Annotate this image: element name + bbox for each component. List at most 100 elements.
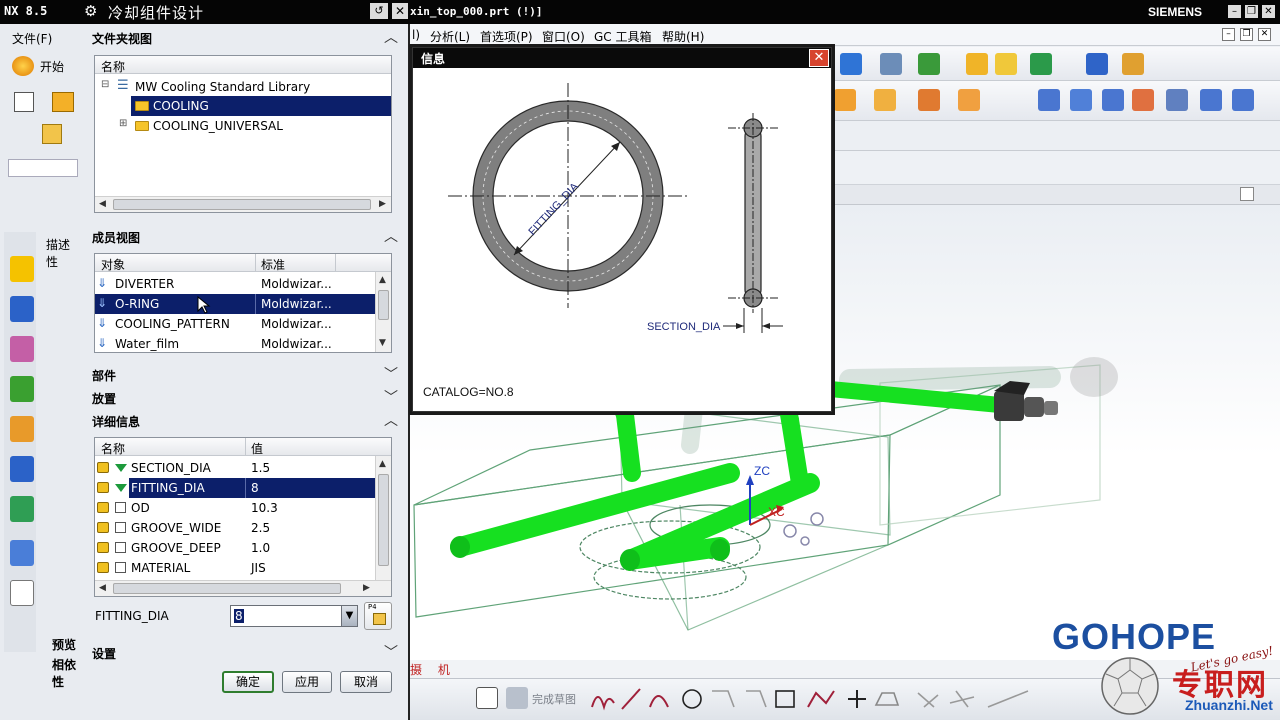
doc-minimize-button[interactable]: –: [1222, 28, 1235, 41]
apply-button[interactable]: 应用: [282, 671, 332, 693]
start-icon[interactable]: [12, 56, 34, 76]
new-file-icon[interactable]: [14, 92, 34, 112]
info-close-button[interactable]: ✕: [809, 49, 829, 67]
collapse-icon[interactable]: ⊟: [101, 79, 109, 90]
member-row-cooling-pattern[interactable]: ⇓ COOLING_PATTERN Moldwizar...: [95, 314, 375, 334]
snap-icon[interactable]: [918, 53, 940, 75]
roles-icon[interactable]: [10, 580, 34, 606]
chevron-down-icon[interactable]: ﹀: [384, 364, 398, 384]
menu-start[interactable]: 开始: [40, 58, 64, 75]
member-row-diverter[interactable]: ⇓ DIVERTER Moldwizar...: [95, 274, 375, 294]
assembly-navigator-icon[interactable]: [10, 256, 34, 282]
command-finder-field[interactable]: [8, 159, 78, 177]
mold-tool-icon-1[interactable]: [834, 89, 856, 111]
constraint-navigator-icon[interactable]: [10, 296, 34, 322]
desc-tab[interactable]: 描述性: [46, 236, 80, 269]
surface-icon-5[interactable]: [1166, 89, 1188, 111]
reset-icon[interactable]: ↺: [370, 3, 388, 19]
mold-tool-icon-4[interactable]: [958, 89, 980, 111]
grid-icon[interactable]: [1086, 53, 1108, 75]
move-icon[interactable]: [995, 53, 1017, 75]
menu-analysis[interactable]: 分析(L): [430, 28, 470, 45]
member-view-header[interactable]: 成员视图 ︿: [88, 225, 402, 247]
part-preview-icon[interactable]: P4: [364, 602, 392, 630]
menu-file[interactable]: 文件(F): [12, 30, 52, 47]
details-header[interactable]: 详细信息 ︿: [88, 409, 402, 431]
info-title: 信息: [421, 52, 446, 66]
view-icon[interactable]: [1030, 53, 1052, 75]
chevron-up-icon[interactable]: ︿: [384, 27, 398, 47]
resource-bar: [4, 232, 36, 652]
surface-icon-6[interactable]: [1200, 89, 1222, 111]
menu-gc-toolbox[interactable]: GC 工具箱: [594, 28, 652, 45]
select-filter-icon[interactable]: [840, 53, 862, 75]
dialog-close-button[interactable]: ✕: [392, 3, 408, 19]
detail-row-section-dia[interactable]: SECTION_DIA 1.5: [95, 458, 375, 478]
mold-tool-icon-2[interactable]: [874, 89, 896, 111]
doc-restore-button[interactable]: ❐: [1240, 28, 1253, 41]
menu-window[interactable]: 窗口(O): [542, 28, 585, 45]
finish-sketch-icon[interactable]: [506, 687, 528, 709]
open-file-icon[interactable]: [52, 92, 74, 112]
param-value-field[interactable]: 8 ▼: [230, 605, 358, 627]
gear-icon: ⚙: [84, 2, 98, 20]
reuse-library-icon[interactable]: [10, 376, 34, 402]
member-row-o-ring[interactable]: ⇓ O-RING Moldwizar...: [95, 294, 375, 314]
web-browser-icon[interactable]: [10, 416, 34, 442]
quick-extend-icon: [949, 690, 975, 708]
member-row-water-film[interactable]: ⇓ Water_film Moldwizar...: [95, 334, 375, 352]
tree-node-library[interactable]: ⊟ ☰ MW Cooling Standard Library: [95, 77, 391, 97]
measure-icon[interactable]: [1122, 53, 1144, 75]
tree-node-cooling[interactable]: COOLING: [131, 96, 391, 116]
history-icon[interactable]: [10, 496, 34, 522]
menu-preferences[interactable]: 首选项(P): [480, 28, 533, 45]
surface-icon-1[interactable]: [1038, 89, 1060, 111]
chevron-up-icon[interactable]: ︿: [384, 410, 398, 430]
restore-button[interactable]: ❐: [1245, 5, 1258, 18]
surface-icon-7[interactable]: [1232, 89, 1254, 111]
tree-node-cooling-universal[interactable]: ⊞ COOLING_UNIVERSAL: [95, 116, 391, 136]
clock-icon[interactable]: [10, 540, 34, 566]
mold-tool-icon-3[interactable]: [918, 89, 940, 111]
detail-row-groove-wide[interactable]: GROOVE_WIDE 2.5: [95, 518, 375, 538]
detail-row-fitting-dia[interactable]: FITTING_DIA 8: [95, 478, 375, 498]
placement-header[interactable]: 放置 ﹀: [88, 386, 402, 408]
folder-hscroll[interactable]: ◀ ▶: [95, 196, 391, 212]
sketch-icon[interactable]: [476, 687, 498, 709]
close-window-button[interactable]: ✕: [1262, 5, 1275, 18]
surface-icon-4[interactable]: [1132, 89, 1154, 111]
folder-view-header[interactable]: 文件夹视图 ︿: [88, 26, 402, 48]
details-vscroll[interactable]: ▲: [375, 456, 391, 580]
chevron-down-icon[interactable]: ﹀: [384, 387, 398, 407]
expand-icon[interactable]: ⊞: [119, 118, 127, 129]
detail-row-material[interactable]: MATERIAL JIS: [95, 558, 375, 578]
folder-tree: 名称 ⊟ ☰ MW Cooling Standard Library COOLI…: [94, 55, 392, 213]
axis-zc-label: ZC: [754, 464, 770, 478]
part-navigator-icon[interactable]: [10, 336, 34, 362]
details-hscroll[interactable]: ◀ ▶: [95, 580, 391, 596]
surface-icon-3[interactable]: [1102, 89, 1124, 111]
ok-button[interactable]: 确定: [222, 671, 274, 693]
save-icon[interactable]: [42, 124, 62, 144]
menu-help[interactable]: 帮助(H): [662, 28, 704, 45]
param-value-text[interactable]: 8: [234, 609, 244, 623]
dropdown-arrow-icon[interactable]: ▼: [341, 606, 357, 626]
detail-row-groove-deep[interactable]: GROOVE_DEEP 1.0: [95, 538, 375, 558]
doc-close-button[interactable]: ✕: [1258, 28, 1271, 41]
cancel-button[interactable]: 取消: [340, 671, 392, 693]
member-vscroll[interactable]: ▲ ▼: [375, 272, 391, 352]
wcs-icon[interactable]: [966, 53, 988, 75]
surface-icon-2[interactable]: [1070, 89, 1092, 111]
layer-icon[interactable]: [880, 53, 902, 75]
info-icon[interactable]: [10, 456, 34, 482]
details-list: 名称 值 SECTION_DIA 1.5 FITTING_DIA 8 OD 10…: [94, 437, 392, 597]
view-maximize-button[interactable]: [1240, 187, 1254, 201]
detail-row-od[interactable]: OD 10.3: [95, 498, 375, 518]
minimize-button[interactable]: –: [1228, 5, 1241, 18]
finish-sketch-label[interactable]: 完成草图: [532, 691, 576, 707]
settings-header[interactable]: 设置 ﹀: [88, 641, 402, 663]
chevron-up-icon[interactable]: ︿: [384, 226, 398, 246]
menu-item-partial[interactable]: l): [412, 28, 420, 42]
parts-header[interactable]: 部件 ﹀: [88, 363, 402, 385]
chevron-down-icon[interactable]: ﹀: [384, 642, 398, 662]
